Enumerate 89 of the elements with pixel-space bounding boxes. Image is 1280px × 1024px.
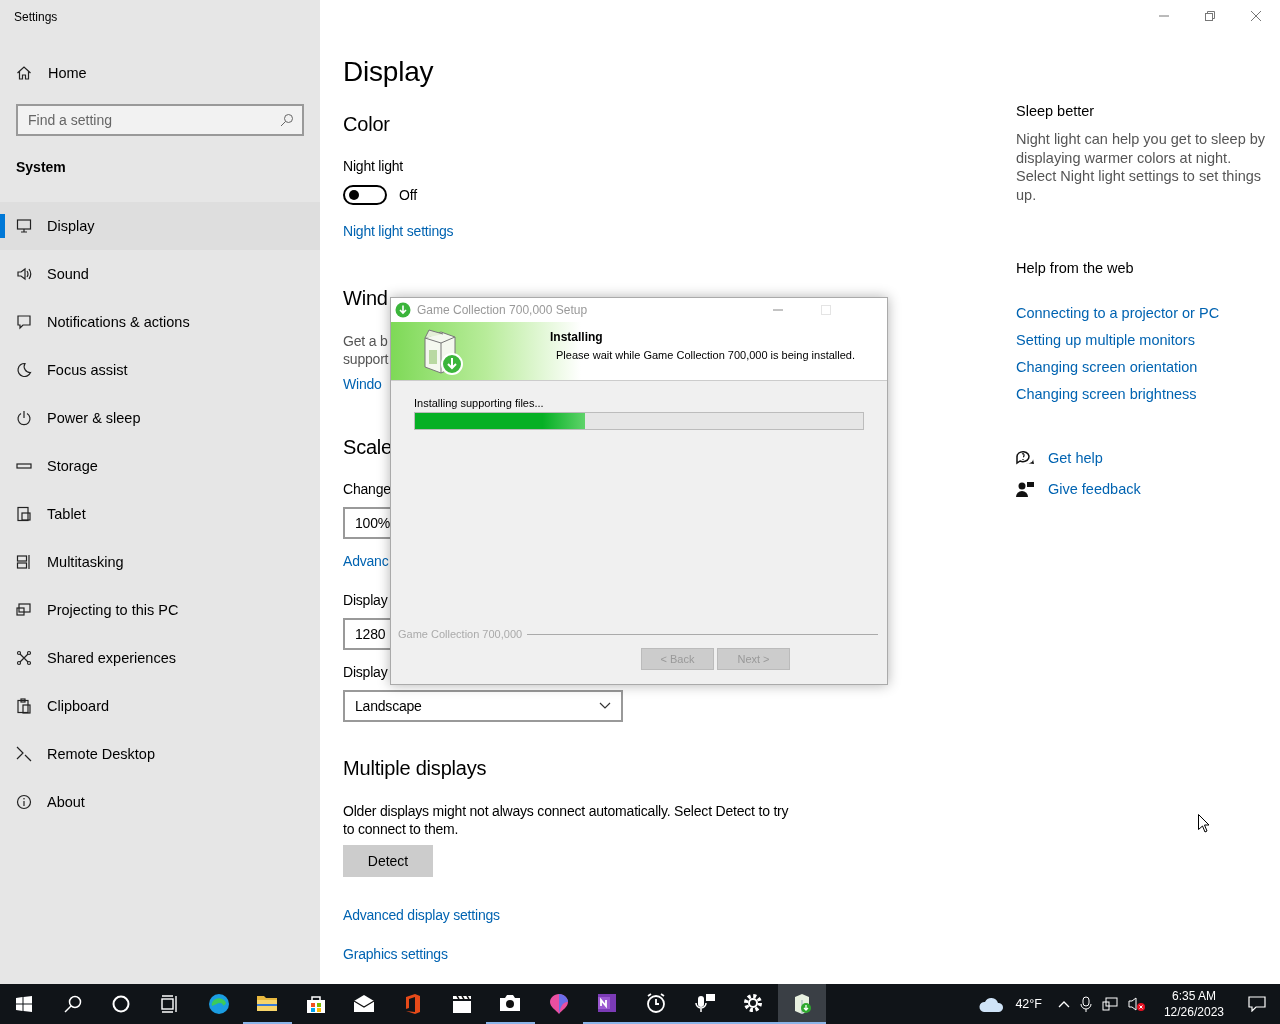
search-field[interactable]: Find a setting <box>16 104 304 136</box>
download-icon <box>395 302 411 318</box>
status-text: Installing supporting files... <box>414 396 545 411</box>
toggle-state: Off <box>399 186 417 205</box>
search-icon <box>63 995 82 1013</box>
description-text: Older displays might not always connect automatically. Select Detect to try to connect to them. <box>343 802 790 838</box>
mouse-pointer-icon <box>1198 814 1210 833</box>
nav-item[interactable]: Storage <box>0 442 320 490</box>
nav-item[interactable]: Focus assist <box>0 346 320 394</box>
restore-icon[interactable] <box>1204 10 1216 22</box>
settings-link[interactable]: Graphics settings <box>343 944 448 964</box>
section-heading: System <box>15 158 67 177</box>
section-heading: Help from the web <box>1016 259 1134 278</box>
section-heading: Sleep better <box>1016 102 1095 121</box>
chevron-up-icon[interactable] <box>1057 1000 1070 1008</box>
task-view-icon <box>161 995 180 1013</box>
taskbar-app[interactable] <box>777 984 827 1024</box>
about-icon <box>16 794 32 810</box>
home-link[interactable]: Home <box>0 49 320 97</box>
remote-icon <box>16 746 32 762</box>
settings-link[interactable]: Advanc <box>343 551 389 571</box>
help-link[interactable]: Changing screen brightness <box>1016 384 1197 404</box>
person-icon <box>1016 480 1034 497</box>
close-icon[interactable] <box>1250 10 1262 22</box>
projecting-icon <box>16 602 32 618</box>
network-icon[interactable] <box>1101 996 1118 1012</box>
orientation-dropdown[interactable]: Landscape <box>343 690 623 722</box>
clipboard-icon <box>16 698 32 714</box>
chat-bubbles-icon <box>1016 449 1034 466</box>
search-icon <box>280 113 294 127</box>
shared-icon <box>16 650 32 666</box>
nav-item[interactable]: About <box>0 778 320 826</box>
description-text: Night light can help you get to sleep by displaying warmer colors at night. Select Night light settings to set things up. <box>1016 130 1266 204</box>
multitasking-icon <box>16 554 32 570</box>
header-title: Installing <box>550 329 604 345</box>
clock-icon <box>644 991 668 1015</box>
settings-link[interactable]: Windo <box>343 374 382 394</box>
page-title: Display <box>343 55 434 89</box>
microphone-icon <box>692 991 717 1015</box>
header-text: Please wait while Game Collection 700,000 is being installed. <box>556 349 855 361</box>
nav-item[interactable]: Multitasking <box>0 538 320 586</box>
setting-label: Change <box>343 480 391 499</box>
section-heading: Color <box>343 112 390 137</box>
nav-item[interactable]: Sound <box>0 250 320 298</box>
power-icon <box>16 410 32 426</box>
display-icon <box>16 218 32 234</box>
windows-logo-icon <box>16 996 33 1012</box>
sound-icon <box>16 266 32 282</box>
notifications-icon[interactable] <box>1248 996 1266 1012</box>
cloud-icon <box>979 996 1006 1012</box>
focus-icon <box>16 362 32 378</box>
setting-label: Display <box>343 663 388 682</box>
settings-link[interactable]: Advanced display settings <box>343 905 500 925</box>
nav-item[interactable]: Shared experiences <box>0 634 320 682</box>
setting-label: Display <box>343 591 388 610</box>
chevron-icon <box>599 702 611 710</box>
setting-label: Night light <box>343 157 404 176</box>
nav-item[interactable]: Remote Desktop <box>0 730 320 778</box>
description-text: Get a b support <box>343 332 389 368</box>
help-link[interactable]: Connecting to a projector or PC <box>1016 303 1220 323</box>
nav-item[interactable]: Display <box>0 202 320 250</box>
notifications-icon <box>16 314 32 330</box>
speaker-muted-icon[interactable] <box>1127 996 1146 1012</box>
dialog-title: Game Collection 700,000 Setup <box>417 303 589 317</box>
help-link[interactable]: Setting up multiple monitors <box>1016 330 1195 350</box>
section-heading: Multiple displays <box>343 756 487 781</box>
nav-item[interactable]: Projecting to this PC <box>0 586 320 634</box>
brand-text: Game Collection 700,000 <box>398 628 523 640</box>
microphone-icon[interactable] <box>1079 996 1092 1012</box>
help-link[interactable]: Changing screen orientation <box>1016 357 1198 377</box>
browser-icon <box>206 992 231 1016</box>
circle-icon <box>112 995 131 1013</box>
settings-link[interactable]: Night light settings <box>343 221 454 241</box>
nav-item[interactable]: Tablet <box>0 490 320 538</box>
section-heading: Scale <box>343 435 393 460</box>
feedback-link[interactable]: Give feedback <box>1048 478 1141 499</box>
section-heading: Wind <box>343 286 388 311</box>
window-title: Settings <box>13 9 59 26</box>
nav-item[interactable]: Notifications & actions <box>0 298 320 346</box>
nav-item[interactable]: Power & sleep <box>0 394 320 442</box>
home-icon <box>16 65 32 81</box>
toggle-switch[interactable] <box>343 185 387 205</box>
maximize-icon <box>821 305 831 315</box>
detect-button[interactable]: Detect <box>343 845 433 877</box>
help-link[interactable]: Get help <box>1048 447 1103 468</box>
clock-button[interactable]: 6:35 AM 12/26/2023 <box>1163 988 1224 1020</box>
nav-item[interactable]: Clipboard <box>0 682 320 730</box>
tablet-icon <box>16 506 32 522</box>
temperature-text: 42°F <box>1015 997 1042 1011</box>
